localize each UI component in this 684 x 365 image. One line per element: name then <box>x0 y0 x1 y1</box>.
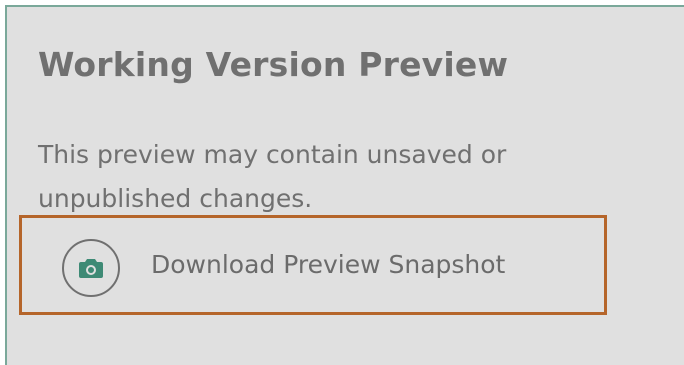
camera-icon <box>62 239 120 297</box>
download-preview-snapshot-button[interactable]: Download Preview Snapshot <box>19 215 607 315</box>
download-button-label: Download Preview Snapshot <box>151 250 506 279</box>
panel-description: This preview may contain unsaved or unpu… <box>38 140 507 213</box>
panel-title: Working Version Preview <box>38 45 509 84</box>
preview-panel: Working Version Preview This preview may… <box>5 5 684 365</box>
